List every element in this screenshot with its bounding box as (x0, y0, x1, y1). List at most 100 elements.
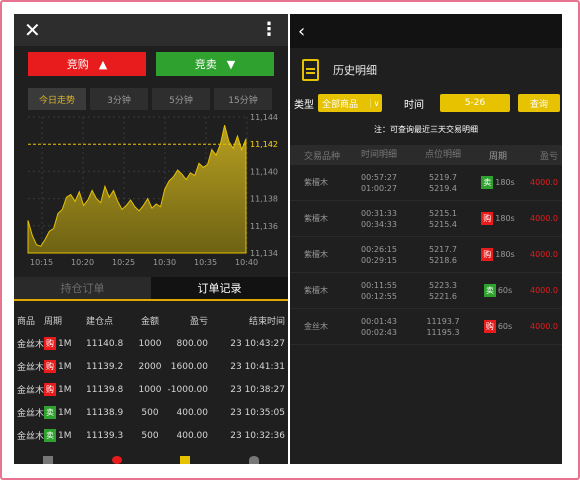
time-label: 时间 (404, 99, 424, 111)
period-value: 1M (58, 430, 72, 441)
more-menu-icon[interactable]: ⋮ (260, 14, 278, 46)
cell-end-time: 23 10:38:27 (230, 384, 285, 395)
cell-period: 购 180s (476, 212, 520, 225)
direction-badge: 购 (481, 212, 494, 225)
table-row[interactable]: 紫檀木 00:31:33 00:34:33 5215.1 5215.4 购 180s … (290, 201, 562, 237)
cell-time: 00:01:43 00:02:43 (348, 316, 410, 338)
cell-amount: 500 (141, 430, 159, 441)
open-point: 11193.7 (426, 316, 460, 326)
back-icon[interactable]: ‹ (298, 21, 305, 42)
direction-badge: 购 (483, 320, 496, 333)
cell-period: 购 1M (44, 337, 82, 350)
table-row[interactable]: 金丝木 购 1M 11140.8 1000 800.00 23 10:43:27 (14, 332, 288, 355)
x-tick-label: 10:40 (235, 258, 258, 267)
tab-3min[interactable]: 3分钟 (90, 88, 148, 110)
table-row[interactable]: 金丝木 卖 1M 11139.3 500 400.00 23 10:32:36 (14, 424, 288, 447)
table-row[interactable]: 金丝木 00:01:43 00:02:43 11193.7 11195.3 购 60s… (290, 309, 562, 345)
tab-5min[interactable]: 5分钟 (152, 88, 210, 110)
query-button[interactable]: 查询 (518, 94, 560, 112)
col-amount: 金额 (140, 317, 159, 327)
close-time: 00:29:15 (361, 255, 397, 265)
cell-product: 金丝木 (17, 409, 45, 419)
sell-button[interactable]: 竞卖 ▼ (156, 52, 274, 76)
period-value: 60s (497, 286, 513, 295)
cell-product: 金丝木 (17, 386, 45, 396)
close-point: 5221.6 (429, 291, 457, 301)
cell-pnl: 4000.0 (530, 286, 558, 295)
cell-end-time: 23 10:41:31 (230, 361, 285, 372)
cell-pnl: 400.00 (176, 407, 209, 418)
open-time: 00:57:27 (361, 172, 397, 182)
nav-orders-icon[interactable] (180, 456, 191, 464)
table-row[interactable]: 紫檀木 00:11:55 00:12:55 5223.3 5221.6 卖 60s 4… (290, 273, 562, 309)
cell-product: 金丝木 (304, 322, 328, 331)
x-tick-label: 10:35 (194, 258, 217, 267)
table-row[interactable]: 紫檀木 00:57:27 01:00:27 5219.7 5219.4 卖 180s … (290, 165, 562, 201)
col-product: 商品 (17, 317, 36, 327)
nav-profile-icon[interactable] (248, 456, 259, 464)
cell-points: 11193.7 11195.3 (410, 316, 476, 338)
cell-period: 购 60s (476, 320, 520, 333)
close-time: 00:34:33 (361, 219, 397, 229)
y-tick-label: 11,134 (250, 249, 278, 258)
cell-product: 紫檀木 (304, 286, 328, 295)
y-tick-label: 11,138 (250, 195, 278, 204)
cell-open: 11138.9 (86, 407, 124, 418)
col-product: 交易品种 (304, 151, 341, 162)
top-bar: ✕ ⋮ (14, 14, 288, 46)
history-screen: ‹ 历史明细 类型 全部商品 ∨ 时间 5-26 查询 注：可查询最近三天交易明… (290, 14, 562, 464)
nav-trade-icon[interactable] (111, 456, 122, 464)
col-open: 建仓点 (86, 317, 114, 327)
direction-badge: 卖 (481, 176, 494, 189)
open-time: 00:11:55 (361, 280, 397, 290)
nav-market-icon[interactable] (43, 456, 54, 464)
cell-period: 卖 180s (476, 176, 520, 189)
table-row[interactable]: 金丝木 购 1M 11139.2 2000 1600.00 23 10:41:31 (14, 355, 288, 378)
table-row[interactable]: 金丝木 购 1M 11139.8 1000 -1000.00 23 10:38:2… (14, 378, 288, 401)
cell-amount: 1000 (138, 338, 162, 349)
cell-pnl: 800.00 (176, 338, 209, 349)
close-point: 11195.3 (426, 327, 460, 337)
table-row[interactable]: 紫檀木 00:26:15 00:29:15 5217.7 5218.6 购 180s … (290, 237, 562, 273)
tab-order-history[interactable]: 订单记录 (151, 277, 288, 299)
buy-button[interactable]: 竞购 ▲ (28, 52, 146, 76)
period-value: 1M (58, 338, 72, 349)
cell-points: 5217.7 5218.6 (410, 244, 476, 266)
tab-open-orders[interactable]: 持仓订单 (14, 277, 151, 299)
history-title-bar: 历史明细 (290, 48, 562, 92)
tab-15min[interactable]: 15分钟 (214, 88, 272, 110)
cell-time: 00:26:15 00:29:15 (348, 244, 410, 266)
open-time: 00:31:33 (361, 208, 397, 218)
order-subtabs: 持仓订单 订单记录 (14, 277, 288, 301)
close-point: 5218.6 (429, 255, 457, 265)
close-point: 5215.4 (429, 219, 457, 229)
direction-badge: 购 (44, 337, 56, 350)
top-bar: ‹ (290, 14, 562, 48)
date-picker[interactable]: 5-26 (440, 94, 510, 112)
close-point: 5219.4 (429, 183, 457, 193)
col-period: 周期 (44, 317, 63, 327)
cell-end-time: 23 10:35:05 (230, 407, 285, 418)
x-tick-label: 10:25 (112, 258, 135, 267)
period-value: 1M (58, 361, 72, 372)
table-row[interactable]: 金丝木 卖 1M 11138.9 500 400.00 23 10:35:05 (14, 401, 288, 424)
cell-period: 购 1M (44, 383, 82, 396)
down-arrow-icon: ▼ (226, 57, 236, 71)
chevron-down-icon: ∨ (370, 98, 382, 108)
cell-period: 购 1M (44, 360, 82, 373)
open-point: 5215.1 (429, 208, 457, 218)
cell-amount: 1000 (138, 384, 162, 395)
cell-time: 00:57:27 01:00:27 (348, 172, 410, 194)
close-icon[interactable]: ✕ (24, 14, 41, 46)
col-end-time: 结束时间 (248, 317, 285, 327)
buy-button-label: 竞购 (66, 58, 89, 71)
type-select[interactable]: 全部商品 ∨ (318, 94, 382, 112)
tab-today[interactable]: 今日走势 (28, 88, 86, 110)
price-chart: 11,144 11,142 11,140 11,138 11,136 11,134 10:1… (27, 113, 278, 267)
period-value: 180s (495, 214, 515, 223)
document-icon (302, 59, 319, 81)
cell-product: 紫檀木 (304, 214, 328, 223)
cell-end-time: 23 10:43:27 (230, 338, 285, 349)
page-title: 历史明细 (333, 64, 377, 77)
direction-badge: 卖 (44, 429, 56, 442)
